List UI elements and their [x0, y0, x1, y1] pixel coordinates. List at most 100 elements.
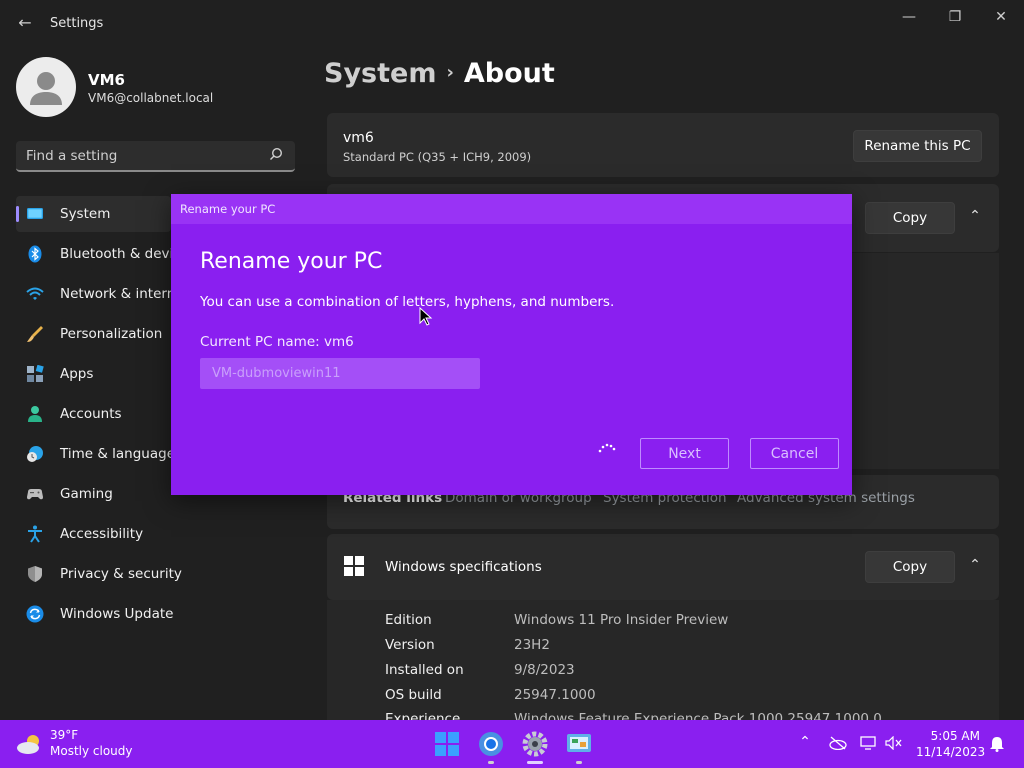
chevron-right-icon: ›	[446, 62, 454, 83]
spec-value: Windows Feature Experience Pack 1000.259…	[514, 711, 882, 720]
spec-label: Experience	[385, 711, 461, 720]
clock-globe-icon	[27, 446, 43, 462]
sidebar-item-label: Gaming	[60, 486, 113, 502]
next-button[interactable]: Next	[640, 438, 729, 469]
sidebar-item-label: Privacy & security	[60, 566, 182, 582]
device-name: vm6	[343, 130, 374, 146]
active-indicator	[16, 206, 19, 222]
search-icon[interactable]	[269, 147, 283, 161]
sidebar-item-privacy-security[interactable]: Privacy & security	[16, 556, 182, 592]
start-windows-icon[interactable]	[432, 729, 462, 759]
window-title: Settings	[50, 16, 104, 31]
network-display-icon[interactable]	[860, 736, 878, 750]
weather-cloud-icon[interactable]	[15, 732, 45, 756]
chrome-browser-icon[interactable]	[476, 729, 506, 759]
search-input[interactable]	[26, 147, 256, 165]
clock-time[interactable]: 5:05 AM	[916, 729, 980, 743]
dialog-title: Rename your PC	[180, 202, 276, 216]
spec-value: Windows 11 Pro Insider Preview	[514, 612, 729, 628]
chevron-up-icon[interactable]: ⌃	[963, 208, 987, 228]
back-arrow-icon[interactable]: ←	[14, 12, 36, 34]
spec-value: 25947.1000	[514, 687, 596, 703]
search-box[interactable]	[16, 141, 295, 172]
sidebar-item-windows-update[interactable]: Windows Update	[16, 596, 174, 632]
onedrive-offline-icon[interactable]	[829, 736, 847, 750]
sidebar-item-gaming[interactable]: Gaming	[16, 476, 171, 512]
person-avatar-icon	[30, 72, 62, 105]
current-pc-name: Current PC name: vm6	[200, 334, 354, 350]
volume-muted-icon[interactable]	[885, 736, 903, 750]
sidebar-item-bluetooth[interactable]: Bluetooth & devices	[16, 236, 196, 272]
sidebar-item-label: Personalization	[60, 326, 163, 342]
sidebar-item-system[interactable]: System	[16, 196, 171, 232]
monitor-icon	[27, 208, 43, 219]
taskbar: 39°F Mostly cloudy ⌃ 5:05 AM 11/14/2023	[0, 720, 1024, 768]
spec-label: Version	[385, 637, 435, 653]
notification-bell-icon[interactable]	[989, 736, 1005, 752]
device-model: Standard PC (Q35 + ICH9, 2009)	[343, 150, 532, 164]
breadcrumb-parent[interactable]: System	[324, 58, 436, 89]
sidebar-item-personalization[interactable]: Personalization	[16, 316, 171, 352]
profile-email: VM6@collabnet.local	[88, 91, 214, 105]
bluetooth-icon	[28, 245, 42, 263]
sidebar-item-time-language[interactable]: Time & language	[16, 436, 175, 472]
running-indicator	[488, 761, 494, 764]
windows-logo-icon	[344, 556, 364, 576]
minimize-button[interactable]: —	[886, 6, 932, 28]
avatar[interactable]	[16, 57, 76, 117]
dialog-description: You can use a combination of letters, hy…	[200, 294, 615, 310]
sidebar-item-label: Accounts	[60, 406, 122, 422]
new-pc-name-input[interactable]	[200, 358, 480, 389]
brush-icon	[27, 326, 43, 342]
sidebar-item-label: Apps	[60, 366, 94, 382]
settings-gear-icon[interactable]	[520, 729, 550, 759]
clock-date[interactable]: 11/14/2023	[916, 745, 985, 759]
windows-specs-title: Windows specifications	[385, 559, 542, 575]
spec-value: 23H2	[514, 637, 550, 653]
dialog-titlebar[interactable]: Rename your PC	[171, 194, 852, 224]
copy-windows-specs-button[interactable]: Copy	[865, 551, 955, 583]
mouse-cursor-icon	[419, 307, 433, 326]
sidebar-item-label: Accessibility	[60, 526, 144, 542]
active-app-indicator	[527, 761, 543, 764]
dialog-heading: Rename your PC	[200, 249, 383, 274]
gamepad-icon	[27, 489, 43, 500]
weather-description[interactable]: Mostly cloudy	[50, 744, 133, 758]
sidebar-item-network[interactable]: Network & internet	[16, 276, 189, 312]
sidebar-item-label: Time & language	[60, 446, 176, 462]
breadcrumb: System › About	[324, 58, 555, 89]
person-icon	[28, 406, 42, 422]
show-hidden-icons-chevron-icon[interactable]: ⌃	[797, 734, 813, 750]
rename-pc-button[interactable]: Rename this PC	[853, 130, 982, 162]
sidebar-item-label: Windows Update	[60, 606, 174, 622]
running-indicator	[576, 761, 582, 764]
sidebar-item-accessibility[interactable]: Accessibility	[16, 516, 171, 552]
page-title: About	[463, 58, 555, 89]
control-panel-icon[interactable]	[564, 729, 594, 759]
weather-temperature[interactable]: 39°F	[50, 728, 78, 742]
copy-device-specs-button[interactable]: Copy	[865, 202, 955, 234]
spec-label: OS build	[385, 687, 442, 703]
close-window-button[interactable]: ✕	[978, 6, 1024, 28]
windows-specs-header: Windows specifications Copy ⌃	[327, 534, 999, 600]
spec-value: 9/8/2023	[514, 662, 575, 678]
loading-spinner-icon	[598, 443, 616, 453]
device-card: vm6 Standard PC (Q35 + ICH9, 2009) Renam…	[327, 113, 999, 177]
profile-name: VM6	[88, 71, 125, 89]
update-icon	[26, 605, 44, 623]
windows-specs-body: Edition Windows 11 Pro Insider Preview V…	[327, 600, 999, 720]
cancel-button[interactable]: Cancel	[750, 438, 839, 469]
shield-icon	[28, 566, 42, 582]
sidebar-item-label: Network & internet	[60, 286, 189, 302]
spec-label: Installed on	[385, 662, 464, 678]
sidebar-item-accounts[interactable]: Accounts	[16, 396, 171, 432]
chevron-up-icon[interactable]: ⌃	[963, 557, 987, 577]
maximize-button[interactable]: ❐	[932, 6, 978, 28]
sidebar-item-label: System	[60, 206, 111, 222]
spec-label: Edition	[385, 612, 432, 628]
accessibility-icon	[28, 525, 42, 543]
apps-icon	[27, 365, 44, 382]
sidebar-item-apps[interactable]: Apps	[16, 356, 171, 392]
wifi-icon	[26, 287, 44, 300]
rename-dialog: Rename your PC Rename your PC You can us…	[171, 194, 852, 495]
